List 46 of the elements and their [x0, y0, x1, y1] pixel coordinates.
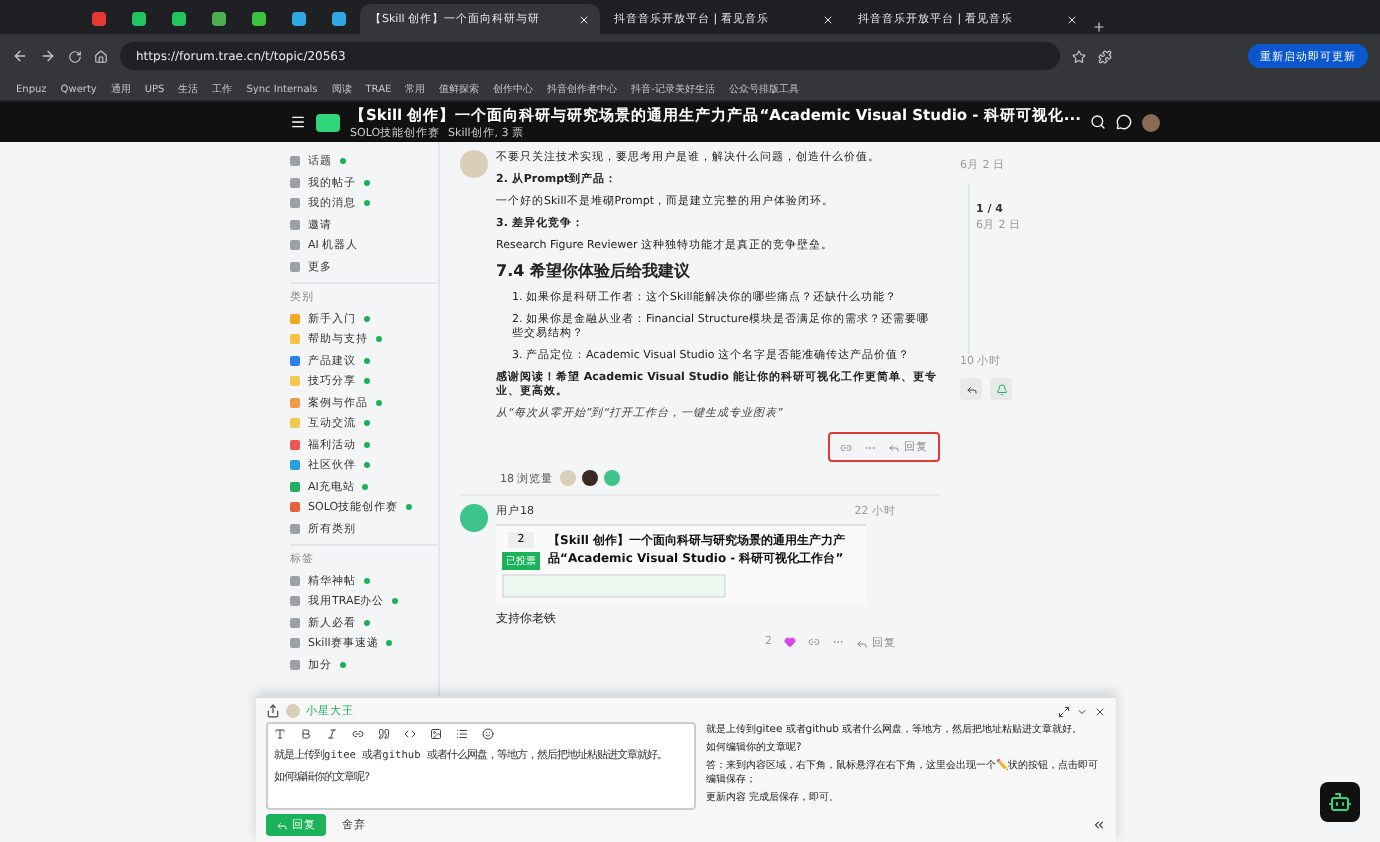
link-icon	[808, 636, 820, 648]
section-heading: 7.4 希望你体验后给我建议	[496, 260, 692, 282]
share-icon	[266, 704, 280, 718]
search-icon	[1090, 114, 1107, 130]
reply-icon	[276, 819, 288, 831]
new-tab-icon	[1092, 20, 1106, 34]
tag-icon	[290, 659, 300, 669]
logo-icon	[316, 113, 340, 131]
bell-icon	[995, 383, 1007, 395]
bold-icon	[300, 728, 312, 740]
reply-icon	[965, 383, 977, 395]
tag-icon	[290, 617, 300, 627]
extensions-icon	[1098, 49, 1112, 63]
code-icon	[404, 728, 416, 740]
link-icon	[840, 441, 852, 453]
user-avatar	[286, 704, 300, 718]
chat-icon	[1116, 114, 1133, 130]
tag-icon	[290, 638, 300, 648]
robot-icon	[1328, 790, 1352, 814]
list-icon	[456, 728, 468, 740]
emoji-icon	[482, 728, 494, 740]
home-icon	[94, 49, 108, 63]
collapse-icon	[1076, 705, 1088, 717]
tag-icon	[290, 596, 300, 606]
heart-icon	[784, 636, 796, 648]
close-icon	[1094, 705, 1106, 717]
user-avatar[interactable]	[1142, 113, 1161, 131]
reply-icon	[888, 441, 900, 453]
italic-icon	[326, 728, 338, 740]
reload-icon	[68, 49, 82, 63]
forward-icon	[40, 48, 56, 64]
back-icon	[12, 48, 28, 64]
star-icon	[1072, 49, 1086, 63]
reply-button[interactable]	[960, 378, 982, 400]
close-icon	[822, 13, 834, 25]
reply-icon	[856, 637, 868, 649]
collapse-preview-icon	[1092, 818, 1106, 832]
tag-icon	[290, 575, 300, 585]
quote-icon	[378, 728, 390, 740]
chat-bot-button[interactable]	[1320, 782, 1360, 822]
image-icon	[430, 728, 442, 740]
text-icon	[274, 728, 286, 740]
link-icon	[352, 728, 364, 740]
close-icon	[1066, 13, 1078, 25]
close-icon	[578, 13, 590, 25]
menu-icon	[290, 114, 306, 130]
